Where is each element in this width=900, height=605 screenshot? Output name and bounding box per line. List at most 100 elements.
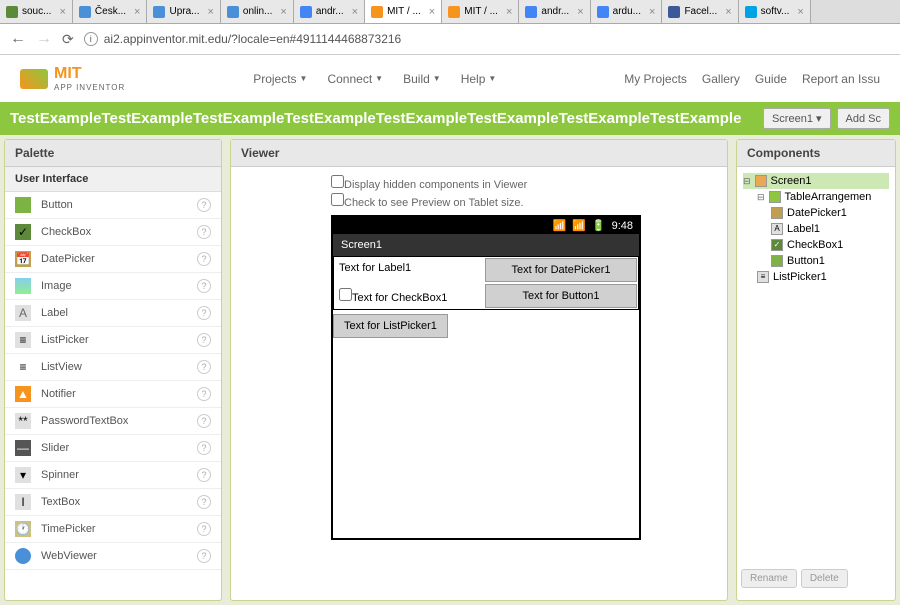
- close-icon: ×: [577, 6, 583, 18]
- label1[interactable]: Text for Label1: [334, 257, 484, 283]
- help-icon[interactable]: ?: [197, 549, 211, 563]
- link-guide[interactable]: Guide: [755, 72, 787, 86]
- close-icon: ×: [59, 6, 65, 18]
- browser-tab[interactable]: souc...×: [0, 0, 73, 23]
- link-my-projects[interactable]: My Projects: [624, 72, 687, 86]
- help-icon[interactable]: ?: [197, 198, 211, 212]
- palette-item-notifier[interactable]: ▲Notifier?: [5, 381, 221, 408]
- browser-tab[interactable]: Upra...×: [147, 0, 220, 23]
- close-icon: ×: [649, 6, 655, 18]
- button1[interactable]: Text for Button1: [485, 284, 637, 308]
- check-hqidden[interactable]: Display hidden components in Viewer: [331, 175, 719, 191]
- delete-button[interactable]: Delete: [801, 569, 848, 588]
- checkbox1[interactable]: Text for CheckBox1: [334, 283, 484, 309]
- help-icon[interactable]: ?: [197, 360, 211, 374]
- browser-tabs: souc...× Česk...× Upra...× onlin...× and…: [0, 0, 900, 24]
- help-icon[interactable]: ?: [197, 225, 211, 239]
- collapse-icon: ⊟: [743, 176, 751, 187]
- battery-icon: 🔋: [592, 219, 606, 232]
- menu-connect[interactable]: Connect▼: [327, 72, 383, 86]
- help-icon[interactable]: ?: [197, 252, 211, 266]
- browser-tab[interactable]: andr...×: [519, 0, 590, 23]
- url-text: ai2.appinventor.mit.edu/?locale=en#49111…: [104, 32, 401, 46]
- tree-tablearrangement[interactable]: ⊟TableArrangemen: [743, 189, 889, 205]
- calendar-icon: [771, 207, 783, 219]
- url-bar[interactable]: i ai2.appinventor.mit.edu/?locale=en#491…: [84, 32, 890, 46]
- project-name: TestExampleTestExampleTestExampleTestExa…: [10, 110, 741, 127]
- palette-item-slider[interactable]: —Slider?: [5, 435, 221, 462]
- components-header: Components: [737, 140, 895, 167]
- viewer-panel: Viewer Display hidden components in View…: [230, 139, 728, 601]
- project-bar: TestExampleTestExampleTestExampleTestExa…: [0, 102, 900, 135]
- caret-icon: ▼: [488, 74, 496, 83]
- browser-tab[interactable]: MIT / ...×: [442, 0, 519, 23]
- browser-tab[interactable]: MIT / ...×: [365, 0, 442, 23]
- palette-item-webviewer[interactable]: WebViewer?: [5, 543, 221, 570]
- table-arrangement[interactable]: Text for Label1 Text for DatePicker1 Tex…: [333, 256, 639, 310]
- help-icon[interactable]: ?: [197, 414, 211, 428]
- help-icon[interactable]: ?: [197, 495, 211, 509]
- palette-item-image[interactable]: Image?: [5, 273, 221, 300]
- spinner-icon: ▾: [15, 467, 31, 483]
- close-icon: ×: [134, 6, 140, 18]
- link-report[interactable]: Report an Issu: [802, 72, 880, 86]
- add-screen-button[interactable]: Add Sc: [837, 108, 890, 129]
- close-icon: ×: [429, 6, 435, 18]
- browser-tab[interactable]: softv...×: [739, 0, 811, 23]
- tree-checkbox1[interactable]: ✓CheckBox1: [743, 237, 889, 253]
- palette-item-password[interactable]: **PasswordTextBox?: [5, 408, 221, 435]
- logo-icon: [20, 69, 48, 89]
- browser-tab[interactable]: andr...×: [294, 0, 365, 23]
- screen-selector[interactable]: Screen1 ▾: [763, 108, 831, 129]
- tree-listpicker1[interactable]: ≡ListPicker1: [743, 269, 889, 285]
- forward-icon[interactable]: →: [36, 30, 52, 48]
- browser-tab[interactable]: Facel...×: [662, 0, 738, 23]
- help-icon[interactable]: ?: [197, 441, 211, 455]
- help-icon[interactable]: ?: [197, 387, 211, 401]
- rename-button[interactable]: Rename: [741, 569, 797, 588]
- menu-help[interactable]: Help▼: [461, 72, 497, 86]
- palette-item-button[interactable]: Button?: [5, 192, 221, 219]
- caret-icon: ▼: [375, 74, 383, 83]
- signal-icon: 📶: [572, 219, 586, 232]
- palette-item-listview[interactable]: ≡ListView?: [5, 354, 221, 381]
- palette-item-listpicker[interactable]: ≡ListPicker?: [5, 327, 221, 354]
- tree-screen1[interactable]: ⊟Screen1: [743, 173, 889, 189]
- help-icon[interactable]: ?: [197, 468, 211, 482]
- label-icon: A: [771, 223, 783, 235]
- listview-icon: ≡: [15, 359, 31, 375]
- palette-item-checkbox[interactable]: ✓CheckBox?: [5, 219, 221, 246]
- palette-item-textbox[interactable]: ITextBox?: [5, 489, 221, 516]
- palette-item-spinner[interactable]: ▾Spinner?: [5, 462, 221, 489]
- palette-item-timepicker[interactable]: 🕐TimePicker?: [5, 516, 221, 543]
- help-icon[interactable]: ?: [197, 522, 211, 536]
- label-icon: A: [15, 305, 31, 321]
- help-icon[interactable]: ?: [197, 333, 211, 347]
- help-icon[interactable]: ?: [197, 306, 211, 320]
- components-panel: Components ⊟Screen1 ⊟TableArrangemen Dat…: [736, 139, 896, 601]
- tree-label1[interactable]: ALabel1: [743, 221, 889, 237]
- palette-item-datepicker[interactable]: 📅DatePicker?: [5, 246, 221, 273]
- close-icon: ×: [725, 6, 731, 18]
- browser-tab[interactable]: Česk...×: [73, 0, 148, 23]
- browser-tab[interactable]: onlin...×: [221, 0, 294, 23]
- table-icon: [769, 191, 781, 203]
- link-gallery[interactable]: Gallery: [702, 72, 740, 86]
- caret-icon: ▼: [300, 74, 308, 83]
- info-icon: i: [84, 32, 98, 46]
- browser-tab[interactable]: ardu...×: [591, 0, 663, 23]
- menu-projects[interactable]: Projects▼: [253, 72, 307, 86]
- tree-datepicker1[interactable]: DatePicker1: [743, 205, 889, 221]
- check-tablet[interactable]: Check to see Preview on Tablet size.: [331, 193, 719, 209]
- listpicker1[interactable]: Text for ListPicker1: [333, 314, 448, 338]
- palette-category[interactable]: User Interface: [5, 167, 221, 192]
- datepicker1[interactable]: Text for DatePicker1: [485, 258, 637, 282]
- back-icon[interactable]: ←: [10, 30, 26, 48]
- checkbox-icon: ✓: [15, 224, 31, 240]
- palette-item-label[interactable]: ALabel?: [5, 300, 221, 327]
- menu-build[interactable]: Build▼: [403, 72, 441, 86]
- image-icon: [15, 278, 31, 294]
- reload-icon[interactable]: ⟳: [62, 31, 74, 48]
- help-icon[interactable]: ?: [197, 279, 211, 293]
- tree-button1[interactable]: Button1: [743, 253, 889, 269]
